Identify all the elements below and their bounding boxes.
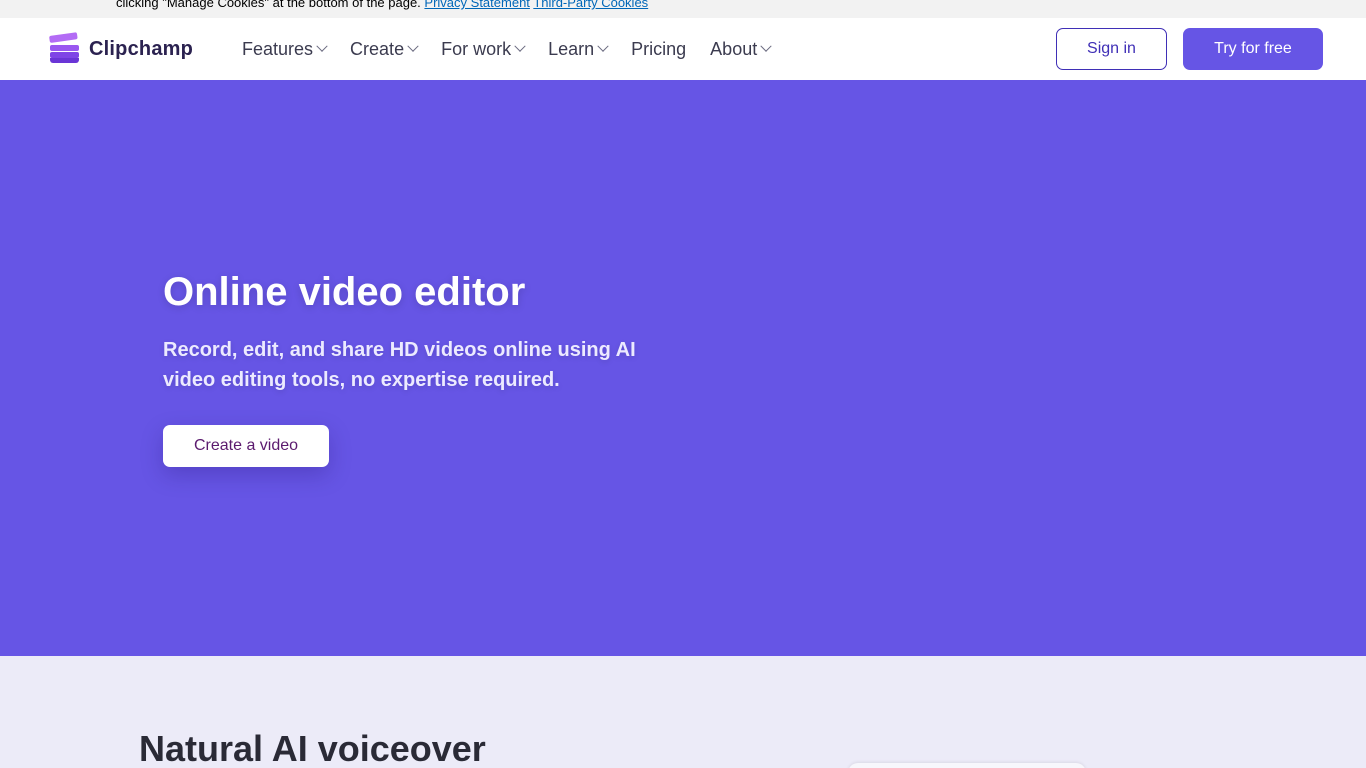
clipchamp-logo[interactable]: Clipchamp [49,32,194,64]
nav-item-features[interactable]: Features [242,38,328,60]
top-navbar: Clipchamp Features Create For work Learn… [0,18,1366,80]
sign-in-button[interactable]: Sign in [1056,28,1167,70]
main-nav: Features Create For work Learn Pricing A… [242,18,794,80]
cookie-banner-message: clicking "Manage Cookies" at the bottom … [116,0,421,10]
nav-item-label: Features [242,38,314,59]
chevron-down-icon [760,40,772,52]
nav-item-label: For work [441,38,512,59]
nav-item-label: Pricing [631,38,687,59]
chevron-down-icon [316,40,328,52]
hero-title: Online video editor [163,270,526,314]
nav-item-label: Create [350,38,405,59]
nav-item-learn[interactable]: Learn [548,38,609,60]
cookie-banner: clicking "Manage Cookies" at the bottom … [0,0,1366,18]
create-video-button[interactable]: Create a video [163,425,329,467]
third-party-cookies-link[interactable]: Third-Party Cookies [533,0,648,10]
nav-item-pricing[interactable]: Pricing [631,39,686,60]
nav-item-about[interactable]: About [710,38,772,60]
preview-card [848,763,1086,768]
brand-name: Clipchamp [89,37,194,60]
hero-section: Online video editor Record, edit, and sh… [0,80,1366,656]
clapperboard-icon [49,32,80,64]
hero-subtitle: Record, edit, and share HD videos online… [163,339,636,391]
nav-item-label: Learn [548,38,595,59]
nav-item-label: About [710,38,758,59]
cookie-banner-text: clicking "Manage Cookies" at the bottom … [116,0,648,11]
ai-voiceover-section: Natural AI voiceover [0,656,1366,768]
privacy-statement-link[interactable]: Privacy Statement [424,0,530,10]
nav-item-create[interactable]: Create [350,38,419,60]
try-for-free-button[interactable]: Try for free [1183,28,1323,70]
nav-item-for-work[interactable]: For work [441,38,526,60]
chevron-down-icon [597,40,609,52]
chevron-down-icon [514,40,526,52]
section-title: Natural AI voiceover [139,728,486,768]
chevron-down-icon [407,40,419,52]
